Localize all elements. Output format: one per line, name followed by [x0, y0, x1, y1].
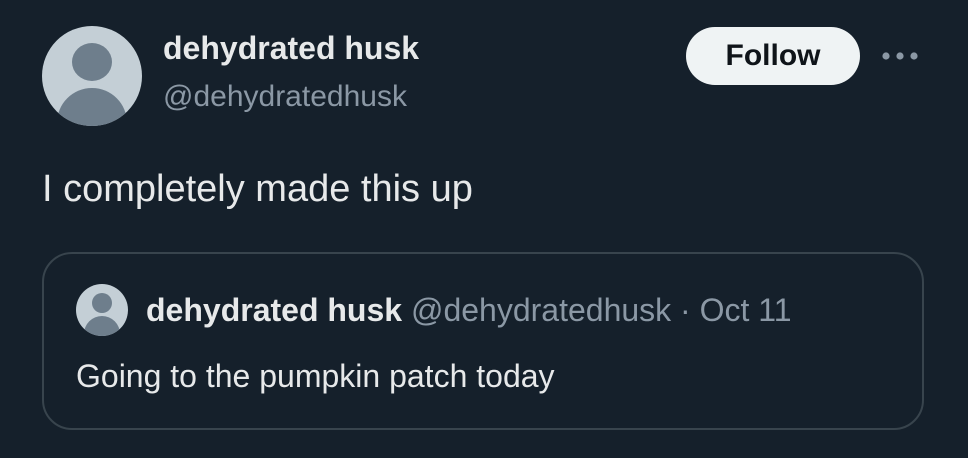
- quoted-author-display-name: dehydrated husk: [146, 292, 403, 328]
- more-horizontal-icon: [882, 52, 918, 60]
- quoted-tweet-text: Going to the pumpkin patch today: [76, 358, 555, 394]
- more-options-button[interactable]: [878, 34, 922, 78]
- follow-button[interactable]: Follow: [686, 27, 860, 85]
- avatar-body-shape: [84, 316, 120, 336]
- author-display-name[interactable]: dehydrated husk: [163, 30, 419, 67]
- quoted-tweet-card[interactable]: dehydrated husk @dehydratedhusk · Oct 11…: [42, 252, 924, 430]
- quoted-author-avatar: [76, 284, 128, 336]
- quoted-tweet-header: dehydrated husk @dehydratedhusk · Oct 11: [146, 292, 791, 329]
- quoted-author-handle: @dehydratedhusk: [410, 292, 672, 328]
- author-avatar[interactable]: [42, 26, 142, 126]
- avatar-head-shape: [92, 293, 112, 313]
- header-separator: ·: [680, 292, 691, 328]
- avatar-head-shape: [72, 43, 112, 81]
- author-handle[interactable]: @dehydratedhusk: [163, 80, 407, 114]
- avatar-body-shape: [57, 88, 127, 126]
- tweet-text: I completely made this up: [42, 168, 473, 210]
- quoted-tweet-date: Oct 11: [699, 292, 792, 328]
